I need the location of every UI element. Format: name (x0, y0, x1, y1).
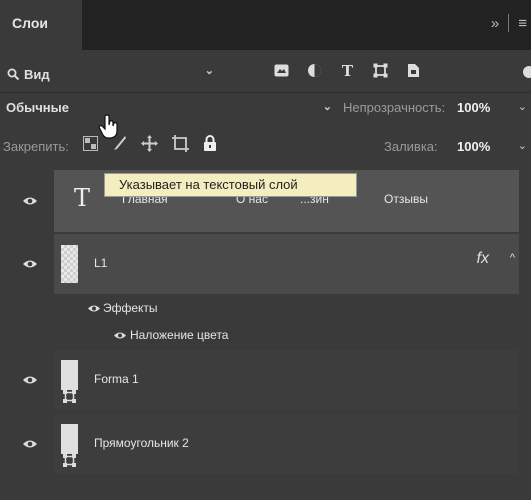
shape-filter-icon[interactable] (372, 62, 389, 79)
layer-name: Forma 1 (94, 372, 139, 386)
panel-controls: » ≡ (491, 14, 527, 32)
layer-rectangle2[interactable]: Прямоугольник 2 (0, 414, 531, 474)
layers-scrollbar[interactable] (519, 170, 531, 500)
type-filter-icon[interactable]: T (339, 62, 356, 80)
layer-thumbnail (61, 424, 78, 454)
panel-menu-icon[interactable]: ≡ (518, 15, 527, 32)
shape-layer-icon (63, 454, 76, 467)
opacity-chevron-icon[interactable]: ⌄ (518, 100, 527, 113)
layer-name: Прямоугольник 2 (94, 436, 189, 450)
divider (0, 92, 531, 93)
layer-visibility-toggle[interactable] (0, 170, 54, 232)
layer-visibility-toggle[interactable] (0, 350, 54, 410)
lock-position-icon[interactable] (141, 135, 158, 155)
filter-icons: T (273, 62, 422, 80)
shape-layer-icon (63, 390, 76, 403)
color-overlay-effect-row[interactable]: Наложение цвета (0, 322, 531, 347)
collapse-panel-icon[interactable]: » (491, 15, 499, 32)
color-overlay-label: Наложение цвета (130, 328, 229, 342)
tooltip: Указывает на текстовый слой (104, 173, 357, 197)
adjustment-filter-icon[interactable] (306, 62, 323, 79)
eye-icon[interactable] (23, 196, 37, 206)
pixel-filter-icon[interactable] (273, 62, 290, 79)
tabbar-separator (508, 14, 510, 32)
layer-l1[interactable]: L1 fx ^ (0, 234, 531, 294)
fill-label: Заливка: (384, 139, 438, 154)
layer-row-body: L1 fx ^ (54, 234, 519, 294)
layer-name: L1 (94, 256, 108, 270)
filter-kind-label: Вид (24, 67, 50, 82)
lock-transparency-icon[interactable] (83, 136, 98, 154)
blend-row: Обычные ⌄ Непрозрачность: 100% ⌄ (0, 94, 531, 124)
lock-label: Закрепить: (3, 139, 69, 154)
layer-text-tab: Отзывы (384, 192, 428, 206)
layer-forma1[interactable]: Forma 1 (0, 350, 531, 410)
filter-kind-select[interactable]: Вид ⌄ (7, 62, 214, 87)
layer-thumbnail (61, 360, 78, 390)
lock-artboard-icon[interactable] (172, 135, 189, 155)
layer-effects-row[interactable]: Эффекты (0, 296, 531, 321)
tab-layers-label: Слои (12, 15, 48, 31)
fill-chevron-icon[interactable]: ⌄ (518, 139, 527, 152)
text-layer-icon: T (74, 184, 91, 212)
smart-object-filter-icon[interactable] (405, 62, 422, 79)
fill-input[interactable]: 100% (457, 139, 490, 154)
chevron-up-icon[interactable]: ^ (510, 252, 515, 264)
layers-list: T Главная О нас ...зин Отзывы L1 fx ^ Эф… (0, 170, 531, 500)
opacity-input[interactable]: 100% (457, 100, 490, 115)
search-icon (7, 68, 20, 81)
panel-tab-bar: Слои » ≡ (0, 0, 531, 50)
layer-thumbnail (61, 245, 78, 283)
filter-row: Вид ⌄ T (0, 58, 531, 92)
fx-icon[interactable]: fx (477, 250, 489, 268)
lock-all-icon[interactable] (203, 135, 217, 155)
hand-cursor-icon (98, 114, 118, 139)
eye-icon[interactable] (23, 259, 37, 269)
blend-mode-value: Обычные (6, 100, 69, 115)
layer-visibility-toggle[interactable] (0, 414, 54, 474)
eye-icon[interactable] (23, 375, 37, 385)
blend-mode-select[interactable]: Обычные ⌄ (6, 100, 332, 115)
layer-row-body: Прямоугольник 2 (54, 414, 519, 474)
layer-visibility-toggle[interactable] (0, 234, 54, 294)
lock-row: Закрепить: Заливка: 100% ⌄ (0, 128, 531, 162)
layers-panel: Вид ⌄ T Обычные ⌄ Непрозрачность: 100% ⌄… (0, 50, 531, 500)
eye-icon[interactable] (114, 331, 126, 340)
layer-row-body: Forma 1 (54, 350, 519, 410)
effects-label: Эффекты (103, 301, 158, 315)
chevron-down-icon: ⌄ (322, 101, 332, 113)
tab-layers[interactable]: Слои (0, 0, 82, 50)
filter-toggle-icon[interactable] (523, 66, 531, 78)
eye-icon[interactable] (23, 439, 37, 449)
chevron-down-icon: ⌄ (204, 65, 214, 77)
opacity-label: Непрозрачность: (343, 100, 446, 115)
eye-icon[interactable] (88, 304, 100, 313)
